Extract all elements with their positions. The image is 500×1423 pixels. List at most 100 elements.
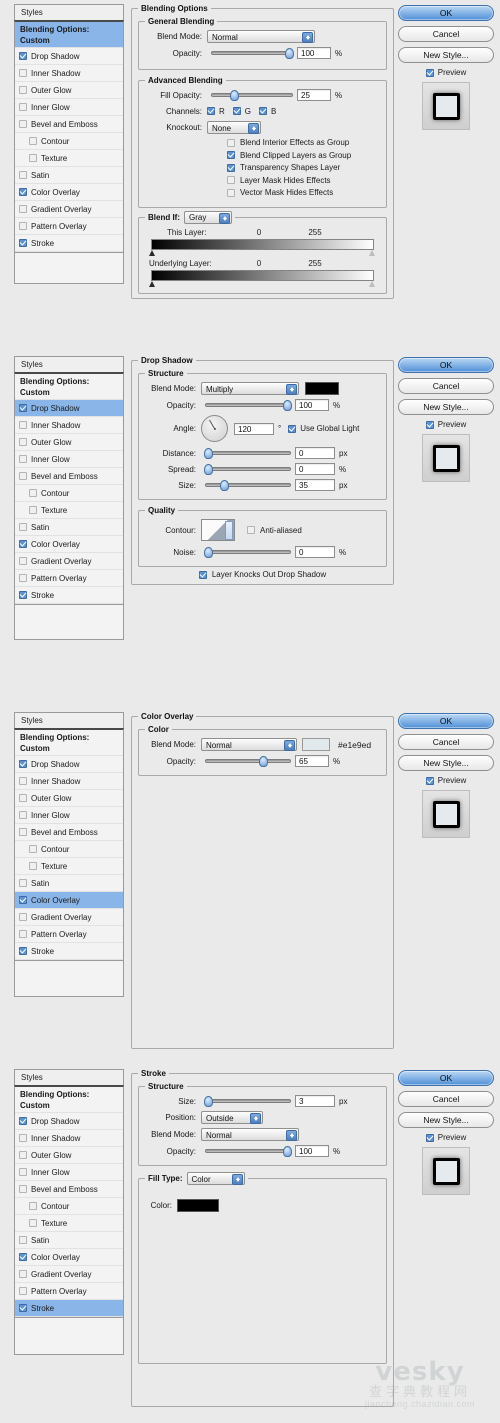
new-style-button[interactable]: New Style...: [398, 399, 494, 415]
preview-checkbox-row[interactable]: Preview: [398, 776, 494, 785]
checkbox-inner-glow[interactable]: [19, 1168, 27, 1176]
sidebar-item-blending-options[interactable]: Blending Options: Custom: [15, 374, 123, 400]
checkbox-outer-glow[interactable]: [19, 1151, 27, 1159]
checkbox-stroke[interactable]: [19, 239, 27, 247]
checkbox-bevel-and-emboss[interactable]: [19, 1185, 27, 1193]
checkbox-preview[interactable]: [425, 420, 434, 429]
this-layer-gradient-slider[interactable]: [149, 238, 375, 256]
this-layer-white-stop[interactable]: [369, 249, 376, 257]
cancel-button[interactable]: Cancel: [398, 1091, 494, 1107]
checkbox-preview[interactable]: [425, 68, 434, 77]
fill-type-select[interactable]: Color: [186, 1172, 245, 1185]
checkbox-vector-mask-hides-effects[interactable]: [227, 188, 235, 197]
slider-knob[interactable]: [285, 48, 294, 59]
sidebar-item-outer-glow[interactable]: Outer Glow: [15, 790, 123, 807]
cancel-button[interactable]: Cancel: [398, 378, 494, 394]
size-input[interactable]: 3: [295, 1095, 335, 1107]
overlay-color-swatch[interactable]: [302, 738, 330, 751]
position-select[interactable]: Outside: [201, 1111, 263, 1124]
checkbox-bevel-and-emboss[interactable]: [19, 472, 27, 480]
fill-opacity-slider[interactable]: [211, 90, 293, 101]
checkbox-channel-r[interactable]: [207, 107, 215, 115]
chevron-updown-icon[interactable]: [250, 1113, 261, 1124]
sidebar-item-bevel-and-emboss[interactable]: Bevel and Emboss: [15, 1181, 123, 1198]
underlying-layer-gradient-slider[interactable]: [149, 269, 375, 287]
checkbox-preview[interactable]: [425, 776, 434, 785]
chevron-updown-icon[interactable]: [284, 740, 295, 751]
sidebar-item-blending-options[interactable]: Blending Options: Custom: [15, 1087, 123, 1113]
opacity-input[interactable]: 100: [295, 399, 329, 411]
sidebar-item-stroke[interactable]: Stroke: [15, 587, 123, 604]
blend-mode-select[interactable]: Normal: [201, 1128, 299, 1141]
styles-header[interactable]: Styles: [14, 1069, 124, 1085]
slider-knob[interactable]: [220, 480, 229, 491]
opacity-slider[interactable]: [211, 48, 294, 59]
checkbox-drop-shadow[interactable]: [19, 404, 27, 412]
checkbox-blend-interior-effects[interactable]: [227, 138, 235, 147]
checkbox-inner-shadow[interactable]: [19, 1134, 27, 1142]
opacity-slider[interactable]: [205, 400, 292, 411]
sidebar-item-inner-shadow[interactable]: Inner Shadow: [15, 65, 123, 82]
checkbox-inner-glow[interactable]: [19, 103, 27, 111]
checkbox-inner-shadow[interactable]: [19, 69, 27, 77]
sidebar-item-contour[interactable]: Contour: [15, 841, 123, 858]
sidebar-item-outer-glow[interactable]: Outer Glow: [15, 82, 123, 99]
checkbox-channel-g[interactable]: [232, 107, 241, 115]
checkbox-blend-clipped-layers[interactable]: [227, 151, 235, 159]
sidebar-item-inner-glow[interactable]: Inner Glow: [15, 451, 123, 468]
knockout-select[interactable]: None: [207, 121, 261, 134]
sidebar-item-inner-glow[interactable]: Inner Glow: [15, 1164, 123, 1181]
sidebar-item-gradient-overlay[interactable]: Gradient Overlay: [15, 553, 123, 570]
sidebar-item-contour[interactable]: Contour: [15, 1198, 123, 1215]
checkbox-outer-glow[interactable]: [19, 794, 27, 802]
sidebar-item-inner-glow[interactable]: Inner Glow: [15, 807, 123, 824]
distance-slider[interactable]: [204, 448, 291, 459]
ok-button[interactable]: OK: [398, 5, 494, 21]
checkbox-anti-aliased[interactable]: [247, 526, 255, 534]
checkbox-contour[interactable]: [29, 845, 37, 853]
sidebar-item-pattern-overlay[interactable]: Pattern Overlay: [15, 570, 123, 587]
opacity-input[interactable]: 65: [295, 755, 329, 767]
sidebar-item-stroke[interactable]: Stroke: [15, 235, 123, 252]
checkbox-use-global-light[interactable]: [288, 424, 297, 433]
sidebar-item-outer-glow[interactable]: Outer Glow: [15, 434, 123, 451]
sidebar-item-stroke[interactable]: Stroke: [15, 1300, 123, 1317]
preview-checkbox-row[interactable]: Preview: [398, 1133, 494, 1142]
check-vector-mask-hides-effects[interactable]: Vector Mask Hides Effects: [227, 188, 380, 197]
chevron-updown-icon[interactable]: [302, 32, 313, 43]
checkbox-stroke[interactable]: [19, 1304, 27, 1312]
sidebar-item-satin[interactable]: Satin: [15, 1232, 123, 1249]
sidebar-item-texture[interactable]: Texture: [15, 1215, 123, 1232]
sidebar-item-stroke[interactable]: Stroke: [15, 943, 123, 960]
checkbox-bevel-and-emboss[interactable]: [19, 120, 27, 128]
sidebar-item-drop-shadow[interactable]: Drop Shadow: [15, 400, 123, 417]
checkbox-color-overlay[interactable]: [19, 1253, 27, 1261]
preview-checkbox-row[interactable]: Preview: [398, 68, 494, 77]
checkbox-transparency-shapes-layer[interactable]: [227, 163, 235, 172]
sidebar-item-gradient-overlay[interactable]: Gradient Overlay: [15, 201, 123, 218]
chevron-updown-icon[interactable]: [219, 212, 230, 224]
checkbox-layer-knocks-out[interactable]: [198, 570, 207, 579]
checkbox-stroke[interactable]: [19, 947, 27, 955]
angle-dial[interactable]: [201, 415, 228, 442]
checkbox-stroke[interactable]: [19, 591, 27, 599]
checkbox-contour[interactable]: [29, 489, 37, 497]
checkbox-satin[interactable]: [19, 523, 27, 531]
checkbox-drop-shadow[interactable]: [19, 760, 27, 768]
sidebar-item-gradient-overlay[interactable]: Gradient Overlay: [15, 909, 123, 926]
fill-opacity-input[interactable]: 25: [297, 89, 331, 101]
chevron-updown-icon[interactable]: [286, 1130, 297, 1141]
ok-button[interactable]: OK: [398, 1070, 494, 1086]
preview-checkbox-row[interactable]: Preview: [398, 420, 494, 429]
checkbox-inner-shadow[interactable]: [19, 777, 27, 785]
blend-if-select[interactable]: Gray: [184, 210, 232, 224]
check-layer-knocks-out-drop-shadow[interactable]: Layer Knocks Out Drop Shadow: [138, 570, 387, 579]
checkbox-outer-glow[interactable]: [19, 438, 27, 446]
sidebar-item-contour[interactable]: Contour: [15, 485, 123, 502]
chevron-updown-icon[interactable]: [231, 1174, 243, 1185]
sidebar-item-drop-shadow[interactable]: Drop Shadow: [15, 48, 123, 65]
sidebar-item-bevel-and-emboss[interactable]: Bevel and Emboss: [15, 116, 123, 133]
checkbox-outer-glow[interactable]: [19, 86, 27, 94]
styles-header[interactable]: Styles: [14, 712, 124, 728]
checkbox-contour[interactable]: [29, 1202, 37, 1210]
